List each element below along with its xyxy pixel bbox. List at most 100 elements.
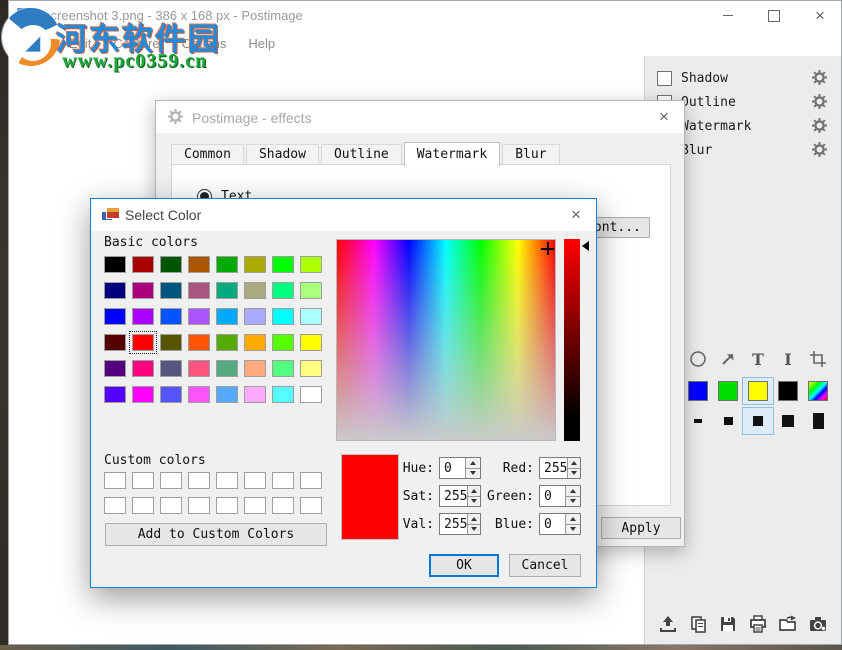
basic-color-swatch[interactable] [272, 334, 294, 351]
basic-color-swatch[interactable] [160, 308, 182, 325]
basic-color-swatch[interactable] [160, 334, 182, 351]
basic-color-swatch[interactable] [216, 334, 238, 351]
basic-color-swatch[interactable] [300, 282, 322, 299]
basic-color-swatch[interactable] [160, 282, 182, 299]
basic-color-swatch[interactable] [216, 386, 238, 403]
menu-item[interactable]: File [15, 36, 58, 51]
basic-color-swatch[interactable] [272, 256, 294, 273]
value-slider[interactable] [564, 239, 580, 441]
basic-color-swatch[interactable] [272, 360, 294, 377]
basic-color-swatch[interactable] [216, 256, 238, 273]
basic-color-swatch[interactable] [272, 386, 294, 403]
basic-color-swatch[interactable] [188, 308, 210, 325]
menu-item[interactable]: Capture [102, 36, 170, 51]
basic-color-swatch[interactable] [132, 256, 154, 273]
custom-color-swatch[interactable] [188, 497, 210, 514]
close-icon[interactable] [566, 206, 586, 226]
open-folder-icon[interactable] [773, 611, 803, 637]
effects-tab[interactable]: Shadow [246, 144, 319, 165]
line-width-option[interactable] [713, 408, 743, 434]
close-button[interactable] [805, 7, 835, 25]
gear-icon[interactable] [812, 94, 827, 109]
menu-item[interactable]: Edit [58, 36, 102, 51]
spin-up-button[interactable] [568, 458, 580, 469]
basic-color-swatch[interactable] [104, 308, 126, 325]
basic-color-swatch[interactable] [104, 386, 126, 403]
gear-icon[interactable] [812, 118, 827, 133]
basic-color-swatch[interactable] [188, 282, 210, 299]
save-icon[interactable] [713, 611, 743, 637]
basic-color-swatch[interactable] [272, 282, 294, 299]
basic-color-swatch[interactable] [188, 334, 210, 351]
palette-swatch[interactable] [713, 378, 743, 404]
basic-color-swatch[interactable] [160, 360, 182, 377]
basic-color-swatch[interactable] [104, 334, 126, 351]
custom-color-swatch[interactable] [216, 497, 238, 514]
basic-color-swatch[interactable] [104, 256, 126, 273]
line-width-option[interactable] [803, 408, 833, 434]
palette-swatch[interactable] [773, 378, 803, 404]
number-input[interactable]: 0 [439, 457, 481, 479]
basic-color-swatch[interactable] [216, 282, 238, 299]
basic-color-swatch[interactable] [132, 386, 154, 403]
ellipse-tool-icon[interactable] [683, 347, 713, 371]
basic-color-swatch[interactable] [244, 334, 266, 351]
number-input[interactable]: 0 [539, 513, 581, 535]
custom-color-swatch[interactable] [272, 497, 294, 514]
basic-color-swatch[interactable] [132, 360, 154, 377]
basic-color-swatch[interactable] [300, 334, 322, 351]
basic-color-swatch[interactable] [244, 360, 266, 377]
basic-color-swatch[interactable] [188, 256, 210, 273]
custom-color-swatch[interactable] [188, 472, 210, 489]
basic-color-swatch[interactable] [132, 334, 154, 351]
copy-icon[interactable] [683, 611, 713, 637]
basic-color-swatch[interactable] [104, 360, 126, 377]
upload-icon[interactable] [653, 611, 683, 637]
print-icon[interactable] [743, 611, 773, 637]
basic-color-swatch[interactable] [300, 256, 322, 273]
basic-color-swatch[interactable] [216, 308, 238, 325]
custom-color-swatch[interactable] [132, 497, 154, 514]
basic-color-swatch[interactable] [160, 256, 182, 273]
spin-up-button[interactable] [466, 458, 480, 469]
custom-color-swatch[interactable] [300, 472, 322, 489]
basic-color-swatch[interactable] [216, 360, 238, 377]
gear-icon[interactable] [812, 70, 827, 85]
close-icon[interactable] [654, 108, 674, 128]
arrow-tool-icon[interactable] [713, 347, 743, 371]
custom-color-swatch[interactable] [160, 472, 182, 489]
number-input[interactable]: 0 [539, 485, 581, 507]
spin-down-button[interactable] [466, 469, 480, 479]
basic-color-swatch[interactable] [104, 282, 126, 299]
line-width-option[interactable] [773, 408, 803, 434]
palette-swatch[interactable] [803, 378, 833, 404]
custom-color-swatch[interactable] [244, 472, 266, 489]
palette-swatch[interactable] [743, 378, 773, 404]
effects-tab[interactable]: Watermark [404, 142, 500, 166]
number-input[interactable]: 255 [439, 485, 481, 507]
basic-color-swatch[interactable] [244, 282, 266, 299]
effects-tab[interactable]: Outline [321, 144, 402, 165]
line-width-option[interactable] [743, 408, 773, 434]
value-slider-arrow[interactable] [582, 241, 589, 251]
number-input[interactable]: 255 [539, 457, 581, 479]
effects-tab[interactable]: Blur [502, 144, 559, 165]
number-input[interactable]: 255 [439, 513, 481, 535]
basic-color-swatch[interactable] [300, 386, 322, 403]
color-dialog-titlebar[interactable]: Select Color [91, 199, 596, 231]
palette-swatch[interactable] [683, 378, 713, 404]
camera-icon[interactable] [803, 611, 833, 637]
text-tool-icon[interactable]: T [743, 347, 773, 371]
menu-item[interactable]: Options [171, 36, 238, 51]
effects-tab[interactable]: Common [171, 144, 244, 165]
custom-color-swatch[interactable] [244, 497, 266, 514]
basic-color-swatch[interactable] [244, 308, 266, 325]
basic-color-swatch[interactable] [132, 308, 154, 325]
line-tool-icon[interactable]: I [773, 347, 803, 371]
basic-color-swatch[interactable] [244, 386, 266, 403]
crop-tool-icon[interactable] [803, 347, 833, 371]
spin-down-button[interactable] [566, 525, 580, 535]
basic-color-swatch[interactable] [188, 360, 210, 377]
ok-button[interactable]: OK [429, 554, 499, 577]
gear-icon[interactable] [812, 142, 827, 157]
